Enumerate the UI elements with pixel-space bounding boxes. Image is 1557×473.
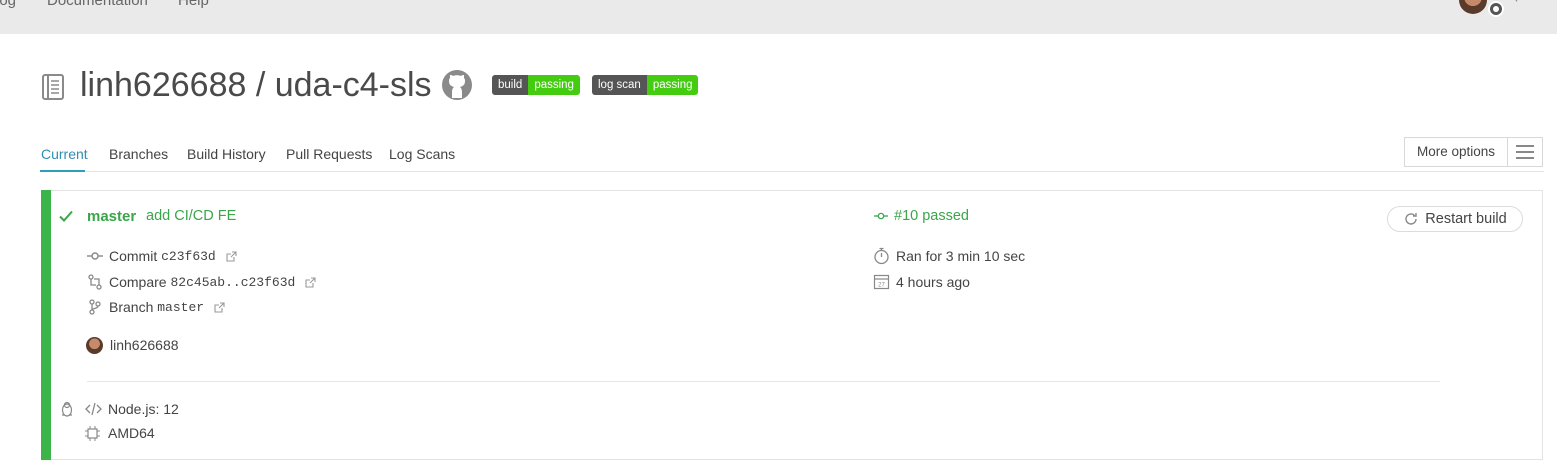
- compare-label: Compare: [109, 274, 167, 290]
- card-divider: [87, 381, 1440, 382]
- author-avatar: [86, 337, 103, 354]
- duration-text: Ran for 3 min 10 sec: [896, 248, 1026, 264]
- branch-icon: [87, 299, 103, 315]
- compare-range[interactable]: 82c45ab..c23f63d: [170, 275, 295, 290]
- tab-pull-requests[interactable]: Pull Requests: [286, 146, 372, 162]
- duration-row: Ran for 3 min 10 sec: [873, 247, 1025, 265]
- restart-build-label: Restart build: [1425, 211, 1507, 227]
- restart-build-button[interactable]: Restart build: [1387, 206, 1523, 232]
- external-link-icon[interactable]: [214, 301, 225, 313]
- stopwatch-icon: [873, 247, 890, 265]
- commit-icon: [874, 209, 888, 223]
- compare-icon: [87, 274, 103, 290]
- user-avatar[interactable]: [1459, 0, 1487, 14]
- build-status-badge[interactable]: build passing: [492, 75, 580, 95]
- badge-key: build: [492, 75, 529, 95]
- check-icon: [58, 208, 74, 224]
- log-scan-badge[interactable]: log scan passing: [592, 75, 699, 95]
- nav-link-help[interactable]: Help: [178, 0, 209, 9]
- badge-key: log scan: [592, 75, 647, 95]
- build-number-status[interactable]: #10 passed: [874, 208, 969, 224]
- build-card: [41, 190, 1543, 460]
- branch-label: Branch: [109, 299, 154, 315]
- commit-label: Commit: [109, 248, 158, 264]
- more-options-button[interactable]: More options: [1404, 137, 1543, 167]
- external-link-icon[interactable]: [305, 276, 316, 288]
- language-row: Node.js: 12: [85, 401, 179, 417]
- svg-text:27: 27: [878, 283, 885, 289]
- external-link-icon[interactable]: [226, 250, 237, 262]
- commit-icon: [87, 248, 103, 264]
- tab-log-scans[interactable]: Log Scans: [389, 146, 455, 162]
- commit-row[interactable]: Commit c23f63d: [87, 248, 237, 264]
- tab-branches[interactable]: Branches: [109, 146, 168, 162]
- branch-row[interactable]: Branch master: [87, 299, 225, 315]
- badge-value: passing: [528, 75, 580, 95]
- badge-value: passing: [646, 75, 699, 95]
- calendar-icon: 27: [873, 273, 890, 290]
- github-icon[interactable]: [441, 69, 473, 101]
- more-options-label: More options: [1416, 144, 1496, 159]
- author-name: linh626688: [110, 337, 179, 353]
- build-status-bar: [41, 190, 51, 460]
- commit-message: add CI/CD FE: [146, 208, 237, 224]
- arch-text: AMD64: [108, 425, 155, 441]
- code-icon: [85, 402, 102, 416]
- commit-hash[interactable]: c23f63d: [161, 249, 216, 264]
- repo-title: linh626688 / uda-c4-sls: [80, 66, 432, 104]
- linux-icon: [60, 401, 74, 417]
- nav-link-log[interactable]: log: [0, 0, 16, 9]
- tab-current[interactable]: Current: [41, 146, 88, 162]
- finished-row: 27 4 hours ago: [873, 273, 970, 290]
- hamburger-icon: [1507, 138, 1542, 166]
- arch-row: AMD64: [85, 425, 155, 441]
- build-branch[interactable]: master: [87, 208, 136, 225]
- chevron-down-icon[interactable]: ▾: [1514, 0, 1519, 5]
- compare-row[interactable]: Compare 82c45ab..c23f63d: [87, 274, 316, 290]
- tab-build-history[interactable]: Build History: [187, 146, 266, 162]
- branch-value[interactable]: master: [157, 300, 204, 315]
- github-mini-icon: [1488, 1, 1504, 17]
- active-tab-indicator: [40, 170, 85, 172]
- language-text: Node.js: 12: [108, 401, 179, 417]
- cpu-icon: [85, 425, 100, 441]
- top-navbar: log Documentation Help ▾: [0, 0, 1557, 34]
- repo-icon: [40, 73, 66, 101]
- build-number-label: #10 passed: [894, 208, 969, 224]
- restart-icon: [1403, 211, 1419, 227]
- tabs-divider: [40, 171, 1544, 172]
- finished-text: 4 hours ago: [896, 273, 970, 290]
- nav-link-documentation[interactable]: Documentation: [47, 0, 148, 9]
